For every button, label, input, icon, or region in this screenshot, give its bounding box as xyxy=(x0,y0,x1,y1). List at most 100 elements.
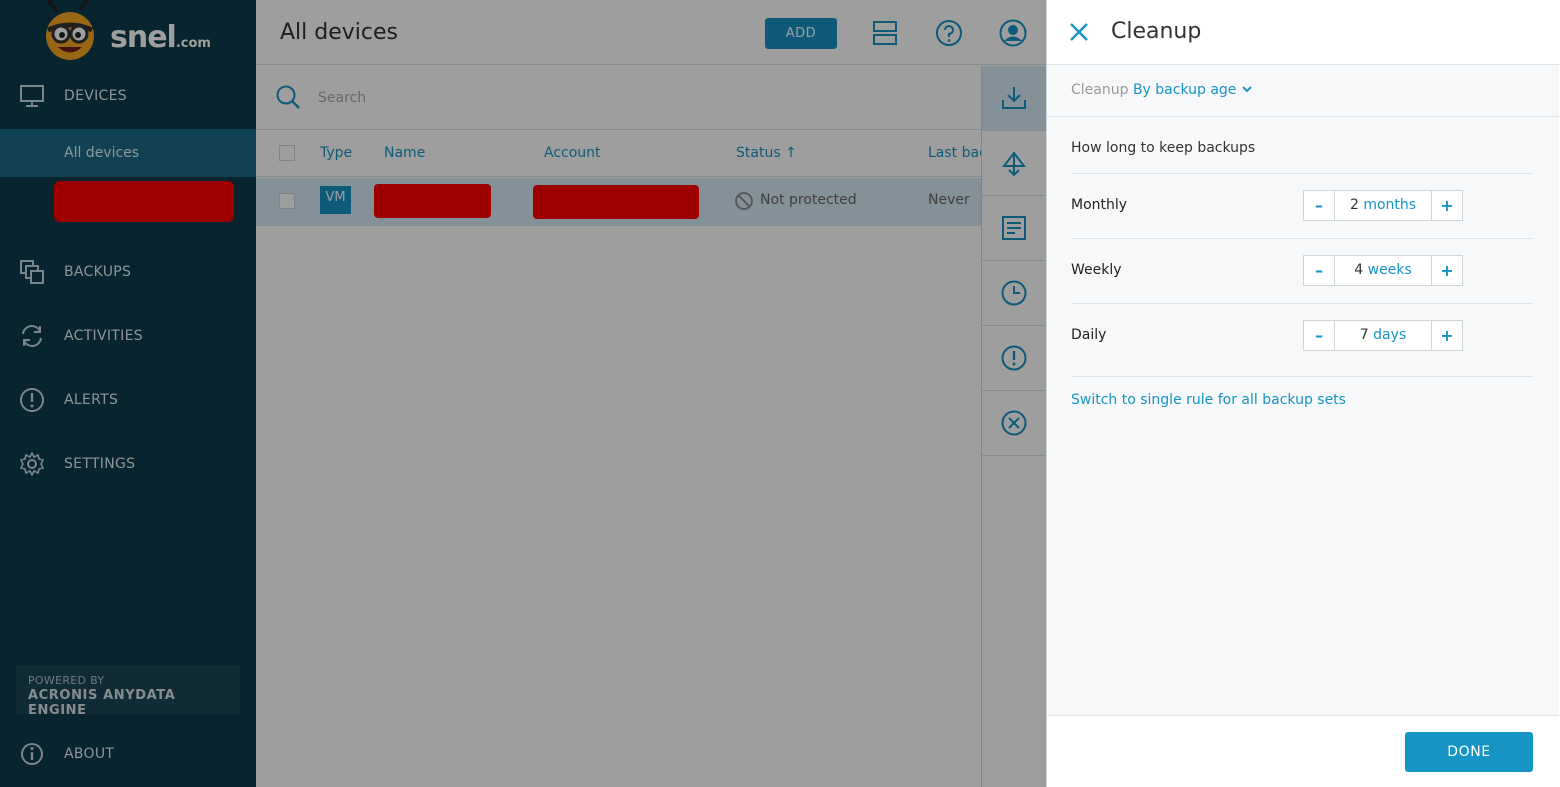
schedule-action[interactable] xyxy=(982,261,1046,326)
page-title: All devices xyxy=(280,20,398,45)
panel-header: Cleanup xyxy=(1047,0,1559,65)
divider xyxy=(1071,376,1533,377)
column-header-status-label: Status xyxy=(736,145,781,161)
user-account-icon[interactable] xyxy=(998,18,1028,48)
monthly-decrement-button[interactable]: – xyxy=(1304,191,1335,220)
row-checkbox[interactable] xyxy=(279,193,295,209)
alert-icon xyxy=(1001,345,1027,371)
weekly-increment-button[interactable]: + xyxy=(1431,256,1462,285)
sidebar-item-activities[interactable]: ACTIVITIES xyxy=(0,304,256,368)
rule-label-weekly: Weekly xyxy=(1071,262,1122,278)
search-input[interactable] xyxy=(318,86,718,110)
daily-decrement-button[interactable]: – xyxy=(1304,321,1335,350)
column-header-last-backup[interactable]: Last bac xyxy=(928,145,987,161)
daily-number: 7 xyxy=(1359,327,1369,343)
delete-action[interactable] xyxy=(982,391,1046,456)
daily-unit: days xyxy=(1373,327,1407,343)
weekly-decrement-button[interactable]: – xyxy=(1304,256,1335,285)
weekly-unit: weeks xyxy=(1367,262,1412,278)
monthly-unit: months xyxy=(1363,197,1417,213)
bee-mascot-icon xyxy=(46,0,94,60)
done-button[interactable]: DONE xyxy=(1405,732,1533,772)
weekly-stepper[interactable]: – 4 weeks + xyxy=(1303,255,1463,286)
sidebar-item-backups[interactable]: BACKUPS xyxy=(0,240,256,304)
column-header-type[interactable]: Type xyxy=(320,145,352,161)
monitor-icon xyxy=(20,85,44,107)
column-header-account[interactable]: Account xyxy=(544,145,601,161)
details-action[interactable] xyxy=(982,196,1046,261)
copies-icon xyxy=(20,260,44,284)
weekly-value[interactable]: 4 weeks xyxy=(1335,256,1431,285)
sidebar-item-devices[interactable]: DEVICES xyxy=(0,64,256,128)
powered-by-label: POWERED BY xyxy=(28,674,105,687)
section-heading: How long to keep backups xyxy=(1071,140,1256,156)
panel-title: Cleanup xyxy=(1111,19,1202,44)
info-icon xyxy=(21,743,43,765)
list-icon xyxy=(1002,216,1026,240)
monthly-number: 2 xyxy=(1349,197,1359,213)
cleanup-mode-label: Cleanup xyxy=(1071,82,1129,98)
rule-label-monthly: Monthly xyxy=(1071,197,1128,213)
daily-increment-button[interactable]: + xyxy=(1431,321,1462,350)
column-header-status[interactable]: Status ↑ xyxy=(736,145,797,161)
sidebar-subitem-all-devices[interactable]: All devices xyxy=(0,129,256,177)
cleanup-panel: Cleanup Cleanup By backup age How long t… xyxy=(1046,0,1560,787)
view-toggle-icon[interactable] xyxy=(870,18,900,48)
download-icon xyxy=(1002,87,1026,109)
last-backup: Never xyxy=(928,192,970,208)
monthly-stepper[interactable]: – 2 months + xyxy=(1303,190,1463,221)
daily-value[interactable]: 7 days xyxy=(1335,321,1431,350)
device-status: Not protected xyxy=(760,192,857,208)
logo-word: snel xyxy=(110,20,177,55)
alerts-action[interactable] xyxy=(982,326,1046,391)
sidebar-item-label: ALERTS xyxy=(64,392,119,408)
add-button[interactable]: ADD xyxy=(765,18,837,49)
sidebar-item-about[interactable]: ABOUT xyxy=(0,730,256,778)
select-all-checkbox[interactable] xyxy=(279,145,295,161)
weekly-number: 4 xyxy=(1354,262,1364,278)
switch-single-rule-link[interactable]: Switch to single rule for all backup set… xyxy=(1071,392,1346,408)
cleanup-mode-row: Cleanup By backup age xyxy=(1071,82,1253,98)
divider xyxy=(1047,116,1559,117)
column-header-name[interactable]: Name xyxy=(384,145,425,161)
close-icon[interactable] xyxy=(1067,20,1091,44)
table-row[interactable]: VM Not protected Never xyxy=(256,178,981,226)
deploy-action[interactable] xyxy=(982,131,1046,196)
brand-logo[interactable]: snel.com xyxy=(40,0,230,64)
sidebar-item-settings[interactable]: SETTINGS xyxy=(0,432,256,496)
monthly-increment-button[interactable]: + xyxy=(1431,191,1462,220)
divider xyxy=(1071,238,1533,239)
redacted-account xyxy=(533,185,699,219)
sort-ascending-icon: ↑ xyxy=(785,145,797,161)
rule-label-daily: Daily xyxy=(1071,327,1107,343)
redacted-device-name xyxy=(374,184,491,218)
refresh-icon xyxy=(22,325,42,347)
alert-icon xyxy=(20,388,44,412)
sidebar-item-label: ACTIVITIES xyxy=(64,328,143,344)
daily-stepper[interactable]: – 7 days + xyxy=(1303,320,1463,351)
device-type-badge: VM xyxy=(320,186,351,214)
sidebar-item-alerts[interactable]: ALERTS xyxy=(0,368,256,432)
deploy-icon xyxy=(1001,151,1027,177)
backup-now-action[interactable] xyxy=(982,66,1046,131)
panel-body: Cleanup By backup age How long to keep b… xyxy=(1047,65,1559,715)
cancel-icon xyxy=(1001,410,1027,436)
sidebar-item-label: DEVICES xyxy=(64,88,127,104)
search-bar xyxy=(256,66,981,130)
redacted-group-name xyxy=(54,181,234,222)
sidebar: snel.com DEVICES All devices BACKUPS ACT… xyxy=(0,0,256,787)
panel-footer: DONE xyxy=(1047,715,1559,787)
logo-text: snel.com xyxy=(110,20,211,55)
powered-by-badge: POWERED BY ACRONIS ANYDATA ENGINE xyxy=(16,665,240,718)
cleanup-mode-dropdown[interactable]: By backup age xyxy=(1133,82,1253,98)
main-content: All devices ADD Type Name Account Status… xyxy=(256,0,1046,787)
sidebar-item-label: BACKUPS xyxy=(64,264,132,280)
divider xyxy=(1071,173,1533,174)
help-icon[interactable] xyxy=(934,18,964,48)
not-protected-icon xyxy=(735,192,753,210)
sidebar-item-label: SETTINGS xyxy=(64,456,136,472)
chevron-down-icon xyxy=(1242,86,1252,93)
logo-suffix: .com xyxy=(175,36,211,51)
sidebar-item-label: ABOUT xyxy=(64,746,115,762)
monthly-value[interactable]: 2 months xyxy=(1335,191,1431,220)
